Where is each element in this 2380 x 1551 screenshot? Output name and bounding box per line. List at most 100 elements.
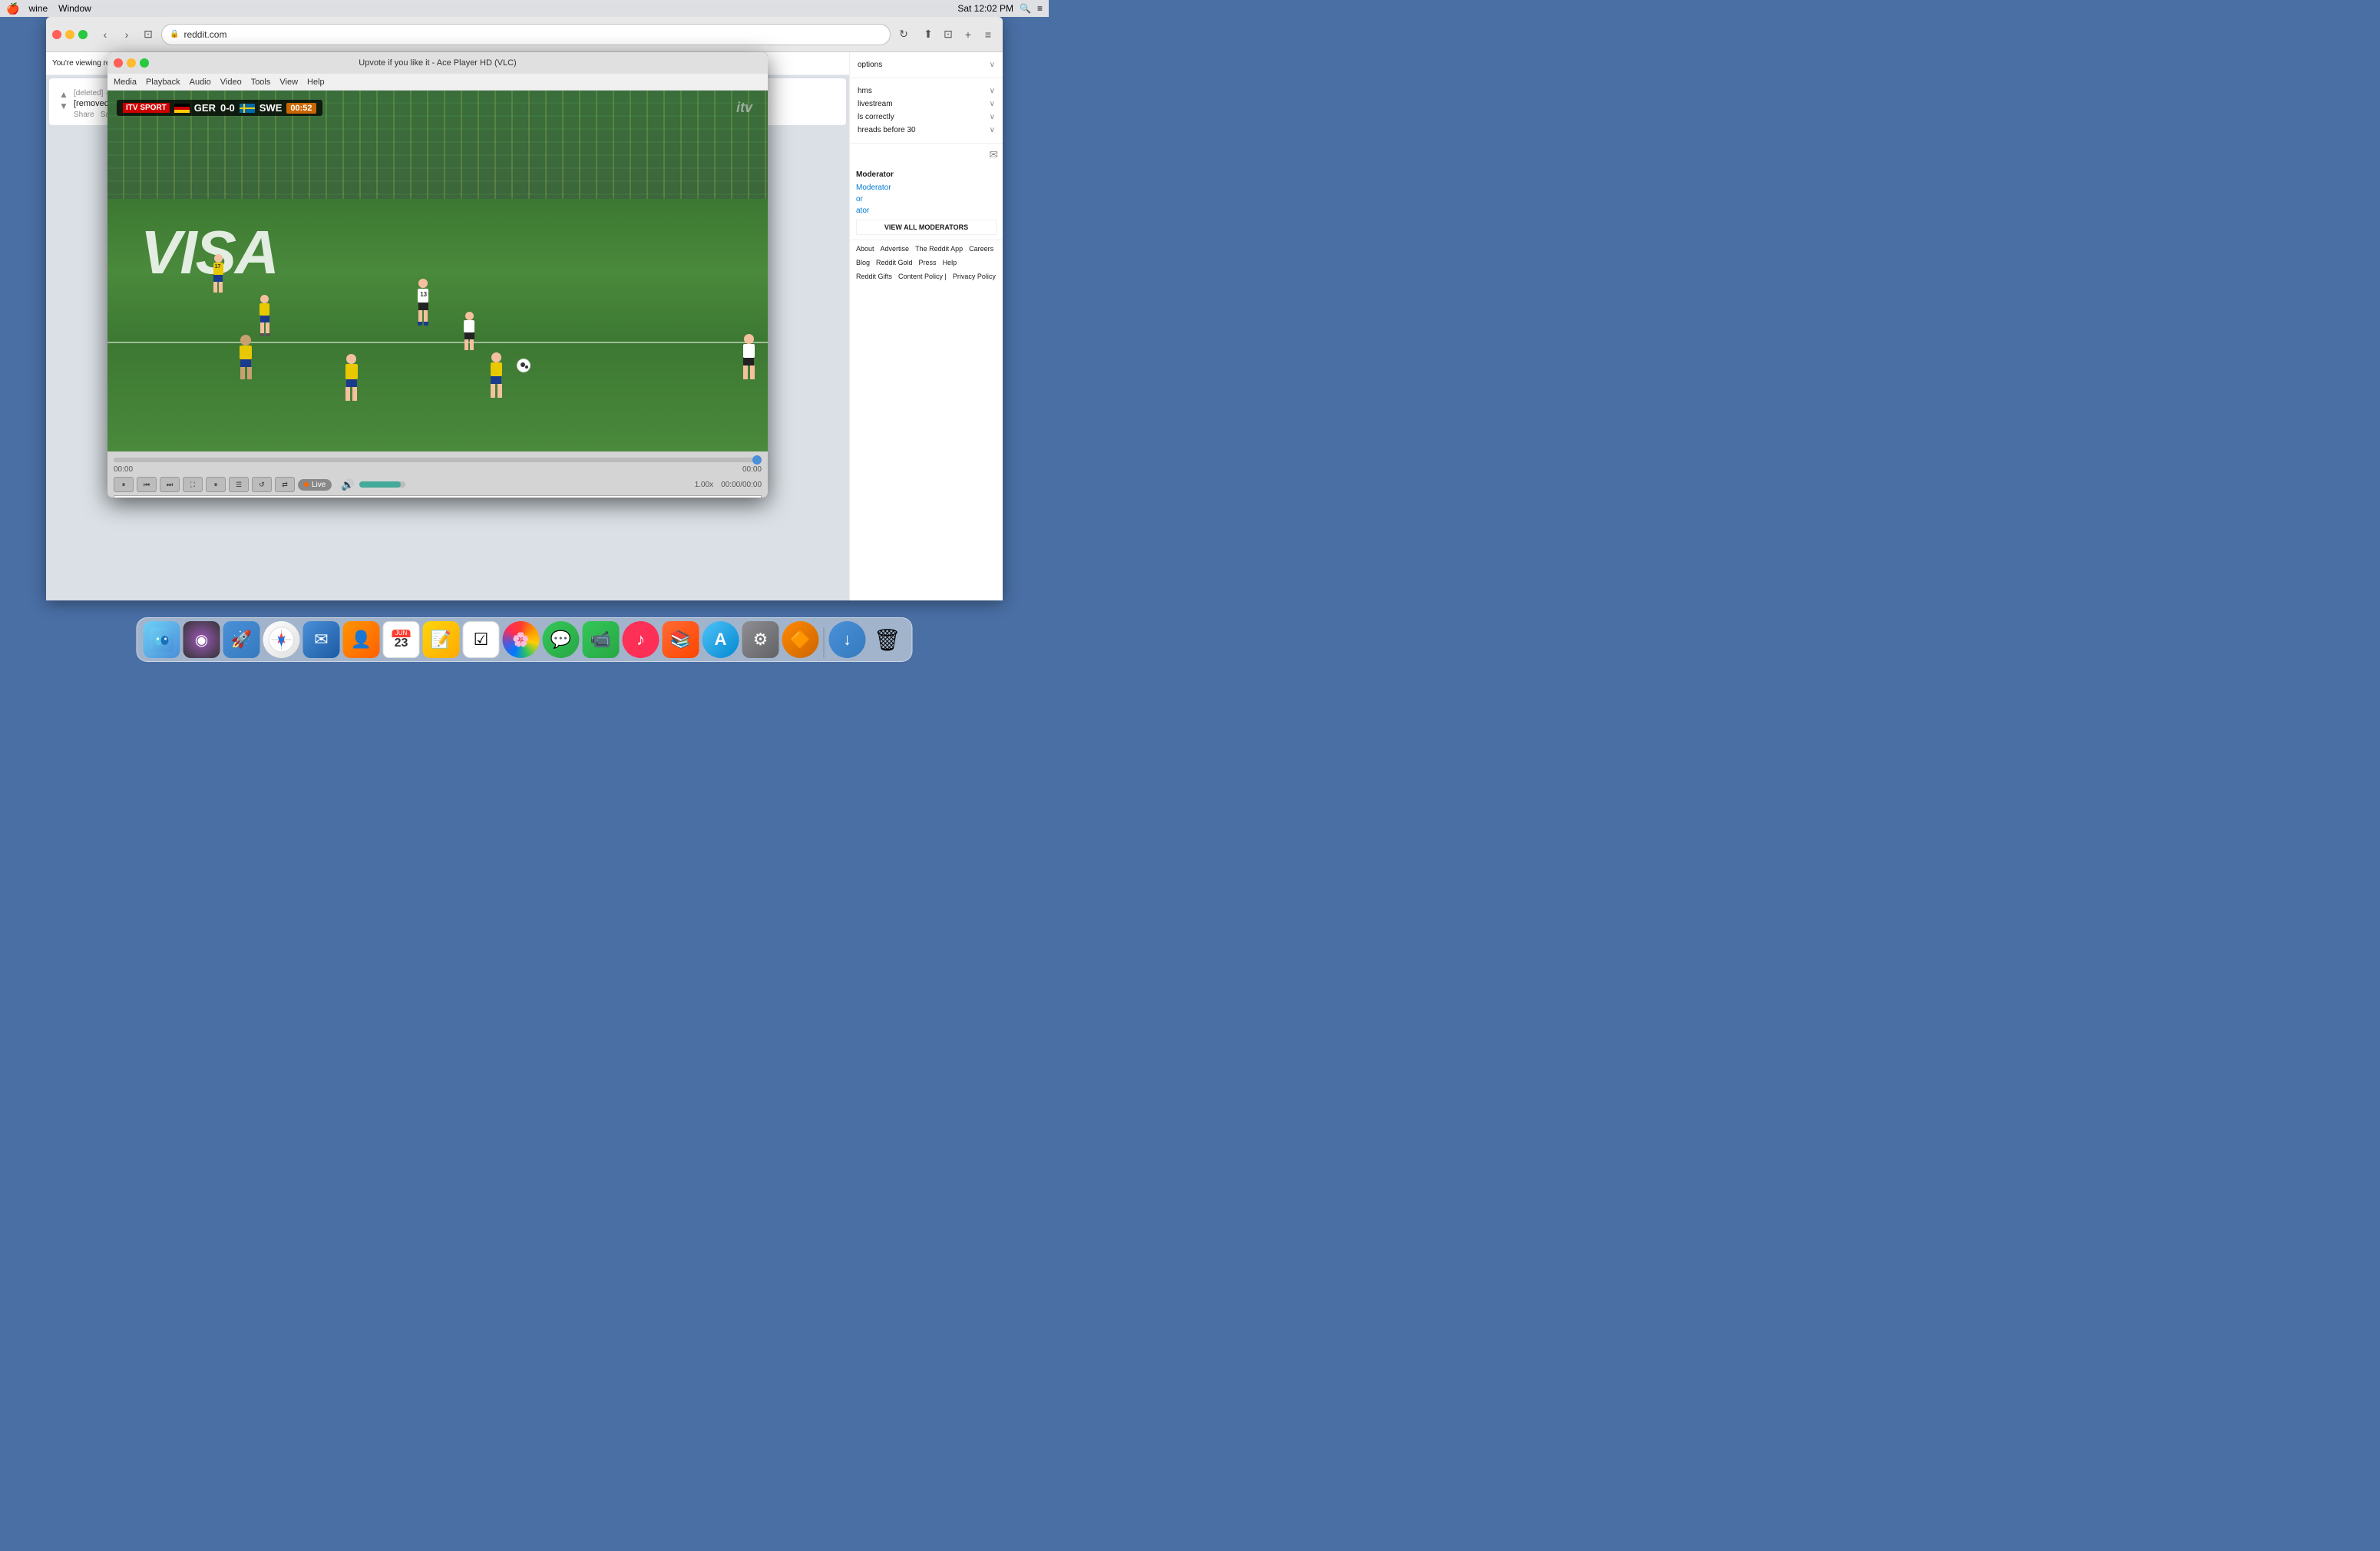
dock-photos[interactable]: 🌸 — [503, 621, 540, 658]
apple-logo[interactable]: 🍎 — [6, 2, 19, 15]
score-overlay: ITV SPORT GER 0-0 SWE 00:52 — [117, 100, 322, 116]
browser-close-btn[interactable] — [52, 30, 61, 39]
vlc-live-badge: Live — [298, 479, 332, 491]
sidebar-item-livestream[interactable]: livestream ∨ — [858, 98, 995, 111]
footer-reddit-gold[interactable]: Reddit Gold — [876, 259, 913, 266]
sidebar-item-correctly[interactable]: ls correctly ∨ — [858, 111, 995, 124]
vlc-seek-handle[interactable] — [752, 455, 762, 465]
vlc-menu-view[interactable]: View — [279, 78, 298, 87]
dock-notes[interactable]: 📝 — [423, 621, 460, 658]
dock-facetime[interactable]: 📹 — [583, 621, 620, 658]
sidebar-item-threads[interactable]: hreads before 30 ∨ — [858, 124, 995, 137]
footer-advertise[interactable]: Advertise — [881, 245, 910, 253]
vlc-close-btn[interactable] — [114, 58, 123, 68]
vlc-play-pause-btn[interactable]: ⏸ — [114, 477, 134, 492]
sidebar-threads-label: hreads before 30 — [858, 126, 916, 134]
tab-btn[interactable]: ⊡ — [940, 26, 957, 43]
vlc-shuffle-btn[interactable]: ⇄ — [275, 477, 295, 492]
vlc-fullscreen-btn[interactable] — [140, 58, 149, 68]
vlc-buttons-row: ⏸ ⏮ ⏭ ⛶ ⏸ ☰ ↺ ⇄ Live 🔊 1.00x 00:00/00:00 — [114, 477, 762, 492]
vlc-time-row: 00:00 00:00 — [114, 465, 762, 474]
footer-privacy-policy[interactable]: Privacy Policy — [953, 273, 996, 280]
browser-minimize-btn[interactable] — [65, 30, 74, 39]
sidebar-item-options[interactable]: options ∨ — [858, 58, 995, 71]
mac-dock: ◉ 🚀 ✉ 👤 JUN 23 📝 ☑ 🌸 💬 📹 — [137, 617, 913, 662]
dock-finder[interactable] — [144, 621, 180, 658]
dock-ibooks[interactable]: 📚 — [663, 621, 699, 658]
footer-press[interactable]: Press — [919, 259, 937, 266]
new-tab-btn[interactable]: + — [960, 26, 977, 43]
siri-icon: ◉ — [195, 630, 208, 650]
dock-itunes[interactable]: ♪ — [623, 621, 659, 658]
vlc-rewind-btn[interactable]: ⏮ — [137, 477, 157, 492]
mail-icon[interactable]: ✉ — [989, 148, 998, 161]
footer-about[interactable]: About — [856, 245, 874, 253]
sidebar-toggle-btn[interactable]: ≡ — [980, 26, 997, 43]
vlc-fullscreen-btn2[interactable]: ⛶ — [183, 477, 203, 492]
volume-icon[interactable]: 🔊 — [341, 478, 354, 491]
dock-launchpad[interactable]: 🚀 — [223, 621, 260, 658]
footer-reddit-gifts[interactable]: Reddit Gifts — [856, 273, 892, 280]
vlc-list-btn[interactable]: ☰ — [229, 477, 249, 492]
vlc-minimize-btn[interactable] — [127, 58, 136, 68]
reload-btn[interactable]: ↻ — [895, 26, 912, 43]
vlc-seekbar[interactable] — [114, 458, 762, 462]
vlc-menu-help[interactable]: Help — [307, 78, 325, 87]
vlc-loop-btn[interactable]: ↺ — [252, 477, 272, 492]
browser-fullscreen-btn[interactable] — [78, 30, 88, 39]
vlc-pause2-btn[interactable]: ⏸ — [206, 477, 226, 492]
vlc-menu-playback[interactable]: Playback — [146, 78, 180, 87]
match-time: 00:52 — [286, 103, 316, 114]
share-btn[interactable]: ⬆ — [920, 26, 937, 43]
vlc-title-input[interactable] — [114, 495, 762, 498]
browser-view-btn[interactable]: ⊡ — [140, 26, 157, 43]
footer-help[interactable]: Help — [943, 259, 957, 266]
menubar-control-icon[interactable]: ≡ — [1037, 3, 1043, 14]
vlc-video-area[interactable]: VISA 13 — [107, 91, 768, 451]
menu-wine[interactable]: wine — [28, 3, 48, 14]
dock-vlc[interactable]: 🔶 — [782, 621, 819, 658]
dock-calendar[interactable]: JUN 23 — [383, 621, 420, 658]
vlc-volume-slider[interactable] — [359, 481, 405, 488]
dock-mail[interactable]: ✉ — [303, 621, 340, 658]
dock-safari[interactable] — [263, 621, 300, 658]
footer-careers[interactable]: Careers — [969, 245, 993, 253]
menubar-search-icon[interactable]: 🔍 — [1020, 3, 1031, 14]
browser-traffic-lights — [52, 30, 88, 39]
footer-blog[interactable]: Blog — [856, 259, 870, 266]
dock-trash[interactable]: 🗑 — [869, 621, 906, 658]
upvote-btn[interactable]: ▲ — [58, 89, 69, 100]
menu-window[interactable]: Window — [58, 3, 91, 14]
player-yellow-3 — [345, 354, 358, 401]
dock-appstore[interactable]: A — [702, 621, 739, 658]
mod-item-2[interactable]: or — [856, 193, 997, 205]
dock-contacts[interactable]: 👤 — [343, 621, 380, 658]
sidebar-item-hms[interactable]: hms ∨ — [858, 84, 995, 98]
vlc-prev-btn[interactable]: ⏭ — [160, 477, 180, 492]
comment-share-btn[interactable]: Share — [74, 111, 94, 119]
vlc-menu-tools[interactable]: Tools — [251, 78, 271, 87]
footer-app[interactable]: The Reddit App — [915, 245, 963, 253]
downvote-btn[interactable]: ▼ — [58, 101, 69, 111]
vlc-menu-media[interactable]: Media — [114, 78, 137, 87]
mod-item-3[interactable]: ator — [856, 205, 997, 217]
field-line — [107, 342, 768, 343]
vlc-time-right: 00:00 — [742, 465, 762, 474]
dock-messages[interactable]: 💬 — [543, 621, 580, 658]
dock-reminders[interactable]: ☑ — [463, 621, 500, 658]
browser-back-btn[interactable]: ‹ — [97, 26, 114, 43]
menubar-time: Sat 12:02 PM — [957, 3, 1013, 14]
chevron-down-icon-3: ∨ — [990, 100, 995, 108]
dock-syspref[interactable]: ⚙ — [742, 621, 779, 658]
view-all-mods-btn[interactable]: VIEW ALL MODERATORS — [856, 220, 997, 235]
dock-downloads[interactable]: ↓ — [829, 621, 866, 658]
channel-badge: ITV SPORT — [123, 103, 170, 113]
browser-forward-btn[interactable]: › — [118, 26, 135, 43]
address-bar[interactable]: 🔒 reddit.com — [161, 24, 891, 45]
dock-separator — [824, 627, 825, 658]
vlc-menu-video[interactable]: Video — [220, 78, 242, 87]
dock-siri[interactable]: ◉ — [183, 621, 220, 658]
vlc-menu-audio[interactable]: Audio — [190, 78, 211, 87]
mod-item-1[interactable]: Moderator — [856, 182, 997, 193]
footer-content-policy[interactable]: Content Policy | — [898, 273, 947, 280]
